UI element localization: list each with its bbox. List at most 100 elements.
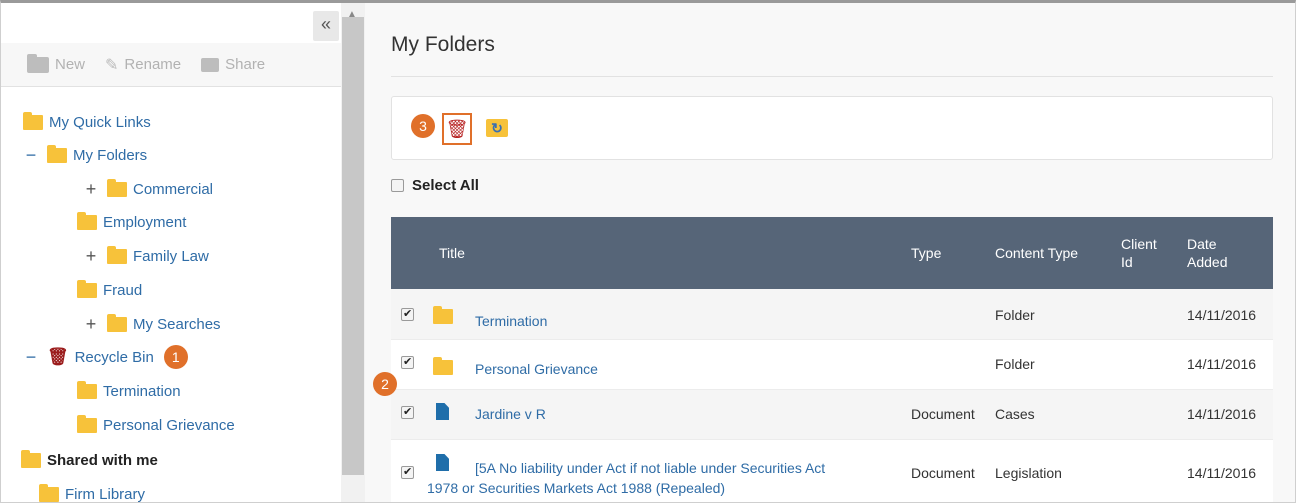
new-folder-button[interactable]: New: [27, 53, 86, 73]
row-date: 14/11/2016: [1187, 465, 1257, 481]
delete-button[interactable]: 🗑: [442, 113, 472, 145]
folder-icon: [77, 279, 97, 298]
row-checkbox[interactable]: [401, 355, 414, 369]
scrollbar-thumb[interactable]: [342, 17, 364, 475]
document-icon: [436, 403, 449, 420]
tree-label: My Quick Links: [49, 113, 151, 131]
checkbox-icon[interactable]: [391, 179, 404, 192]
tree-item-fraud[interactable]: Fraud: [77, 277, 142, 303]
main-panel: My Folders 3 🗑 ↻ Select All Title Type C…: [365, 3, 1295, 502]
collapse-toggle-icon[interactable]: −: [23, 145, 39, 166]
column-content-type[interactable]: Content Type: [995, 217, 1078, 289]
row-title-link[interactable]: Personal Grievance: [475, 361, 598, 377]
share-button[interactable]: Share: [201, 56, 265, 73]
expand-toggle-icon[interactable]: +: [83, 314, 99, 335]
row-date: 14/11/2016: [1187, 307, 1257, 323]
trash-icon: 🗑: [47, 347, 69, 366]
folder-sidebar: « New ✎ Rename Share My Quick Links − My…: [1, 3, 341, 503]
pencil-icon: ✎: [105, 56, 119, 74]
row-checkbox[interactable]: [401, 465, 414, 479]
table-header: Title Type Content Type Client Id Date A…: [391, 217, 1273, 289]
row-date: 14/11/2016: [1187, 406, 1257, 422]
select-all-label: Select All: [412, 177, 479, 194]
tree-label: Termination: [103, 382, 181, 400]
tree-item-firm-library[interactable]: Firm Library: [39, 481, 146, 503]
collapse-toggle-icon[interactable]: −: [23, 347, 39, 368]
tree-item-commercial[interactable]: + Commercial: [83, 176, 213, 202]
column-title[interactable]: Title: [439, 217, 465, 289]
share-label: Share: [225, 56, 266, 73]
row-type: Document: [911, 406, 975, 422]
tree-label: Recycle Bin: [74, 348, 154, 366]
tree-label: Firm Library: [65, 485, 146, 503]
table-row[interactable]: Jardine v R Document Cases 14/11/2016: [391, 390, 1273, 440]
folder-icon: [433, 357, 453, 375]
tree-label: Shared with me: [47, 451, 158, 469]
folder-icon: [47, 144, 67, 163]
folder-icon: [107, 178, 127, 197]
folder-icon: [39, 483, 59, 502]
tree-item-recycle-bin[interactable]: − 🗑 Recycle Bin 1: [23, 344, 188, 370]
row-checkbox[interactable]: [401, 307, 414, 321]
collapse-sidebar-button[interactable]: «: [313, 11, 339, 41]
rename-label: Rename: [124, 56, 182, 73]
folder-icon: [77, 211, 97, 230]
row-title-link[interactable]: Jardine v R: [475, 406, 546, 422]
share-icon: [201, 57, 220, 72]
row-content-type: Folder: [995, 356, 1035, 372]
tree-label: My Folders: [73, 146, 148, 164]
restore-folder-button[interactable]: ↻: [486, 119, 508, 137]
tree-label: Commercial: [133, 180, 214, 198]
tree-item-quick-links[interactable]: My Quick Links: [23, 109, 151, 135]
row-date: 14/11/2016: [1187, 356, 1257, 372]
folder-icon: [107, 245, 127, 264]
tree-label: Personal Grievance: [103, 416, 235, 434]
row-content-type: Folder: [995, 307, 1035, 323]
expand-toggle-icon[interactable]: +: [83, 246, 99, 267]
table-row[interactable]: Personal Grievance Folder 14/11/2016: [391, 340, 1273, 390]
column-date-added[interactable]: Date Added: [1187, 217, 1239, 289]
row-type: Document: [911, 465, 975, 481]
sidebar-toolbar: New ✎ Rename Share: [1, 43, 341, 87]
tree-item-family-law[interactable]: + Family Law: [83, 243, 209, 269]
document-icon: [436, 454, 449, 471]
tree-label: Employment: [103, 213, 187, 231]
tree-item-termination[interactable]: Termination: [77, 378, 181, 404]
row-title-link-line1[interactable]: [5A No liability under Act if not liable…: [475, 460, 825, 476]
tree-item-my-searches[interactable]: + My Searches: [83, 311, 221, 337]
rename-button[interactable]: ✎ Rename: [105, 55, 181, 75]
folder-icon: [433, 306, 453, 324]
trash-icon: 🗑: [445, 119, 469, 139]
tree-item-personal-grievance[interactable]: Personal Grievance: [77, 412, 235, 438]
row-checkbox[interactable]: [401, 405, 414, 419]
select-all-checkbox[interactable]: Select All: [391, 177, 479, 194]
refresh-icon: ↻: [491, 120, 503, 136]
column-client-id[interactable]: Client Id: [1121, 217, 1167, 289]
column-type[interactable]: Type: [911, 217, 941, 289]
row-content-type: Cases: [995, 406, 1035, 422]
table-row[interactable]: [5A No liability under Act if not liable…: [391, 440, 1273, 502]
folder-icon: [23, 111, 43, 130]
tree-label: Family Law: [133, 247, 209, 265]
scroll-up-icon[interactable]: ▲: [347, 9, 357, 20]
folder-icon: [107, 313, 127, 332]
tree-item-employment[interactable]: Employment: [77, 209, 186, 235]
folder-icon: [77, 380, 97, 399]
folder-icon: [21, 449, 41, 468]
expand-toggle-icon[interactable]: +: [83, 179, 99, 200]
callout-badge: 1: [163, 345, 188, 369]
tree-label: My Searches: [133, 315, 221, 333]
page-title: My Folders: [391, 33, 495, 56]
row-title-link[interactable]: Termination: [475, 313, 547, 329]
row-content-type: Legislation: [995, 465, 1062, 481]
tree-item-shared-with-me[interactable]: Shared with me: [21, 447, 158, 473]
callout-badge: 2: [373, 372, 397, 396]
new-label: New: [55, 56, 86, 73]
new-folder-icon: [27, 53, 49, 73]
table-row[interactable]: Termination Folder 14/11/2016: [391, 289, 1273, 340]
tree-item-my-folders[interactable]: − My Folders: [23, 142, 147, 168]
action-bar: 3 🗑 ↻: [391, 96, 1273, 160]
divider: [391, 76, 1273, 77]
tree-label: Fraud: [103, 281, 143, 299]
row-title-link-line2[interactable]: 1978 or Securities Markets Act 1988 (Rep…: [427, 480, 725, 496]
